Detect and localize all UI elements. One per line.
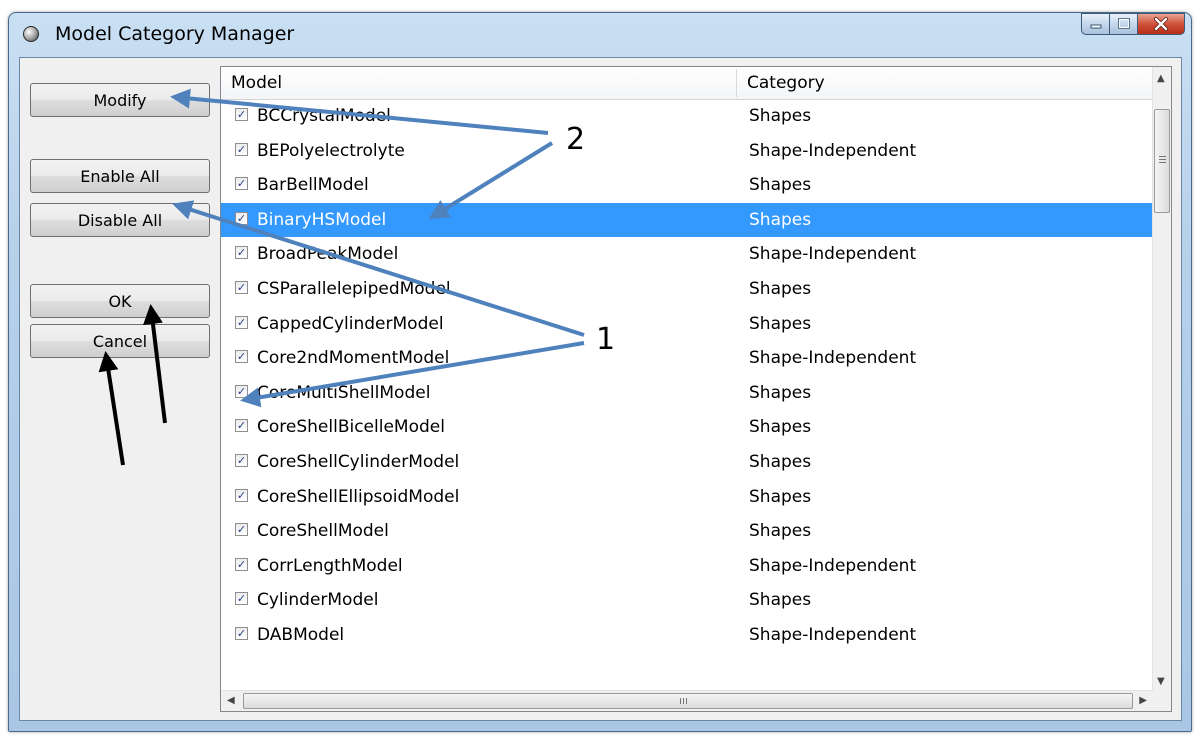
category-cell: Shapes <box>749 209 812 230</box>
model-list-view[interactable]: Model Category ✓ BCCrystalModel Shapes ✓ BEP… <box>220 66 1172 712</box>
cancel-button[interactable]: Cancel <box>30 324 210 358</box>
model-name-cell: CoreShellModel <box>257 521 389 542</box>
model-name-cell: CoreMultiShellModel <box>257 382 431 403</box>
table-row[interactable]: ✓ BarBellModel Shapes <box>221 168 1153 203</box>
table-row[interactable]: ✓ CoreShellEllipsoidModel Shapes <box>221 480 1153 515</box>
modify-button[interactable]: Modify <box>30 83 210 117</box>
model-name-cell: CorrLengthModel <box>257 555 403 576</box>
close-button[interactable] <box>1137 13 1185 35</box>
model-name-cell: CoreShellBicelleModel <box>257 417 445 438</box>
close-icon <box>1154 17 1168 31</box>
category-cell: Shape-Independent <box>749 555 917 576</box>
table-row[interactable]: ✓ CylinderModel Shapes <box>221 583 1153 618</box>
app-icon <box>23 26 39 42</box>
category-cell: Shape-Independent <box>749 624 917 645</box>
row-checkbox[interactable]: ✓ <box>235 453 248 467</box>
table-row[interactable]: ✓ CoreShellBicelleModel Shapes <box>221 410 1153 445</box>
row-checkbox[interactable]: ✓ <box>235 557 248 571</box>
category-cell: Shape-Independent <box>749 244 917 265</box>
category-cell: Shapes <box>749 382 812 403</box>
list-rows: ✓ BCCrystalModel Shapes ✓ BEPolyelectrolyte S… <box>221 99 1153 653</box>
title-bar[interactable]: Model Category Manager <box>9 13 1191 57</box>
horizontal-scrollbar[interactable]: ◀ ▶ <box>221 690 1153 711</box>
minimize-button[interactable] <box>1081 13 1109 35</box>
table-row[interactable]: ✓ BroadPeakModel Shape-Independent <box>221 237 1153 272</box>
ok-button[interactable]: OK <box>30 284 210 318</box>
scroll-corner <box>1153 691 1171 711</box>
scroll-right-icon[interactable]: ▶ <box>1139 695 1147 706</box>
row-checkbox[interactable]: ✓ <box>235 419 248 433</box>
model-category-manager-window: Model Category Manager Modify Enable All… <box>8 12 1192 732</box>
row-checkbox[interactable]: ✓ <box>235 626 248 640</box>
vertical-scroll-thumb[interactable] <box>1154 109 1170 213</box>
maximize-button[interactable] <box>1109 13 1137 35</box>
table-row[interactable]: ✓ CoreMultiShellModel Shapes <box>221 376 1153 411</box>
annotation-label-2: 2 <box>566 122 586 157</box>
table-row[interactable]: ✓ CoreShellModel Shapes <box>221 514 1153 549</box>
vertical-scrollbar[interactable]: ▲ ▼ <box>1152 67 1171 693</box>
table-row[interactable]: ✓ BEPolyelectrolyte Shape-Independent <box>221 134 1153 169</box>
table-row[interactable]: ✓ CorrLengthModel Shape-Independent <box>221 549 1153 584</box>
category-cell: Shapes <box>749 486 812 507</box>
category-cell: Shape-Independent <box>749 140 917 161</box>
category-cell: Shapes <box>749 175 812 196</box>
table-row[interactable]: ✓ BinaryHSModel Shapes <box>221 202 1153 238</box>
row-checkbox[interactable]: ✓ <box>235 592 248 606</box>
row-checkbox[interactable]: ✓ <box>235 280 248 294</box>
model-name-cell: CylinderModel <box>257 590 379 611</box>
horizontal-scroll-thumb[interactable] <box>243 693 1133 709</box>
row-checkbox[interactable]: ✓ <box>235 246 248 260</box>
window-controls <box>1081 13 1185 39</box>
model-name-cell: BarBellModel <box>257 175 369 196</box>
table-row[interactable]: ✓ DABModel Shape-Independent <box>221 618 1153 653</box>
category-cell: Shapes <box>749 451 812 472</box>
row-checkbox[interactable]: ✓ <box>235 523 248 537</box>
list-header: Model Category <box>221 67 1153 100</box>
category-cell: Shapes <box>749 313 812 334</box>
category-cell: Shape-Independent <box>749 348 917 369</box>
model-name-cell: CappedCylinderModel <box>257 313 444 334</box>
minimize-icon <box>1090 24 1101 29</box>
row-checkbox[interactable]: ✓ <box>235 350 248 364</box>
row-checkbox[interactable]: ✓ <box>235 108 248 121</box>
model-name-cell: Core2ndMomentModel <box>257 348 450 369</box>
model-name-cell: BEPolyelectrolyte <box>257 140 405 161</box>
category-cell: Shapes <box>749 278 812 299</box>
model-name-cell: BroadPeakModel <box>257 244 399 265</box>
table-row[interactable]: ✓ CoreShellCylinderModel Shapes <box>221 445 1153 480</box>
model-name-cell: BCCrystalModel <box>257 106 391 126</box>
row-checkbox[interactable]: ✓ <box>235 211 248 225</box>
row-checkbox[interactable]: ✓ <box>235 384 248 398</box>
table-row[interactable]: ✓ BCCrystalModel Shapes <box>221 99 1153 134</box>
column-header-category[interactable]: Category <box>737 67 1153 99</box>
model-name-cell: CSParallelepipedModel <box>257 278 451 299</box>
scroll-down-icon[interactable]: ▼ <box>1157 676 1165 687</box>
row-checkbox[interactable]: ✓ <box>235 142 248 156</box>
row-checkbox[interactable]: ✓ <box>235 315 248 329</box>
row-checkbox[interactable]: ✓ <box>235 488 248 502</box>
model-name-cell: BinaryHSModel <box>257 209 387 230</box>
annotation-label-1: 1 <box>596 322 616 357</box>
table-row[interactable]: ✓ CappedCylinderModel Shapes <box>221 307 1153 342</box>
table-row[interactable]: ✓ CSParallelepipedModel Shapes <box>221 272 1153 307</box>
model-name-cell: CoreShellEllipsoidModel <box>257 486 460 507</box>
maximize-icon <box>1117 18 1130 29</box>
model-name-cell: CoreShellCylinderModel <box>257 451 460 472</box>
enable-all-button[interactable]: Enable All <box>30 159 210 193</box>
scroll-left-icon[interactable]: ◀ <box>227 695 235 706</box>
window-title: Model Category Manager <box>55 23 295 45</box>
dialog-client-area: Modify Enable All Disable All OK Cancel … <box>19 57 1182 721</box>
category-cell: Shapes <box>749 417 812 438</box>
category-cell: Shapes <box>749 106 812 126</box>
row-checkbox[interactable]: ✓ <box>235 177 248 191</box>
table-row[interactable]: ✓ Core2ndMomentModel Shape-Independent <box>221 341 1153 376</box>
model-name-cell: DABModel <box>257 624 345 645</box>
column-header-model[interactable]: Model <box>221 67 736 99</box>
category-cell: Shapes <box>749 521 812 542</box>
scroll-up-icon[interactable]: ▲ <box>1157 73 1165 84</box>
category-cell: Shapes <box>749 590 812 611</box>
disable-all-button[interactable]: Disable All <box>30 203 210 237</box>
